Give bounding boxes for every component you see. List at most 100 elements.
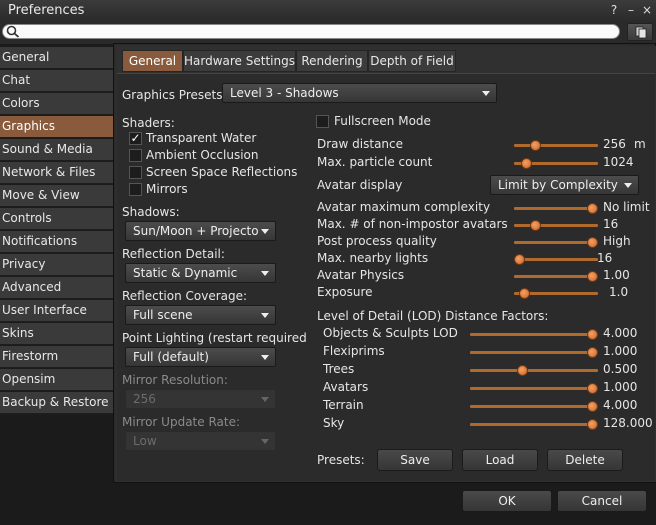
sidebar-item-graphics[interactable]: Graphics <box>0 116 113 138</box>
sidebar-item-notifications[interactable]: Notifications <box>0 231 113 253</box>
lod-slider-objects-sculpts-lod-value: 4.000 <box>603 326 638 340</box>
tab-rendering[interactable]: Rendering <box>296 50 368 72</box>
slider-max-of-non-impostor-avatars-label: Max. # of non-impostor avatars <box>317 217 508 231</box>
ok-button[interactable]: OK <box>462 490 552 512</box>
chevron-down-icon <box>261 313 269 318</box>
sidebar-item-skins[interactable]: Skins <box>0 323 113 345</box>
graphics-presets-dropdown[interactable]: Level 3 - Shadows <box>222 83 497 103</box>
sidebar-item-controls[interactable]: Controls <box>0 208 113 230</box>
slider-avatar-physics-track[interactable] <box>514 275 598 278</box>
sidebar-item-backup-restore[interactable]: Backup & Restore <box>0 392 113 414</box>
slider-draw-distance-unit: m <box>634 137 646 151</box>
sidebar-item-move-view[interactable]: Move & View <box>0 185 113 207</box>
sidebar-item-advanced[interactable]: Advanced <box>0 277 113 299</box>
point-lighting-value: Full (default) <box>133 350 209 364</box>
mirrors-checkbox[interactable] <box>129 183 142 196</box>
slider-avatar-physics-thumb[interactable] <box>587 271 598 282</box>
slider-post-process-quality-thumb[interactable] <box>587 237 598 248</box>
sidebar-item-network-files[interactable]: Network & Files <box>0 162 113 184</box>
avatar-display-dropdown[interactable]: Limit by Complexity <box>490 175 639 195</box>
lod-slider-objects-sculpts-lod-track[interactable] <box>470 333 598 336</box>
lod-slider-terrain-track[interactable] <box>470 405 598 408</box>
point-lighting-dropdown[interactable]: Full (default) <box>125 347 276 367</box>
fullscreen-mode-label: Fullscreen Mode <box>334 114 431 128</box>
lod-slider-trees-thumb[interactable] <box>516 365 528 376</box>
lod-slider-trees-value: 0.500 <box>603 362 638 376</box>
chevron-down-icon <box>482 91 490 96</box>
load-preset-button[interactable]: Load <box>462 449 538 471</box>
reflection-coverage-label: Reflection Coverage: <box>122 289 248 303</box>
tab-general[interactable]: General <box>122 50 183 72</box>
sidebar-item-chat[interactable]: Chat <box>0 70 113 92</box>
lod-slider-sky-thumb[interactable] <box>587 419 598 430</box>
mirror-resolution-dropdown[interactable]: 256 <box>125 389 276 409</box>
title-bar <box>0 0 656 22</box>
slider-max-nearby-lights-label: Max. nearby lights <box>317 251 429 265</box>
slider-max-particle-count-value: 1024 <box>603 155 634 169</box>
copy-settings-button[interactable] <box>627 23 653 41</box>
search-input[interactable] <box>2 24 620 39</box>
lod-slider-trees-track[interactable] <box>470 369 598 372</box>
lod-slider-trees-label: Trees <box>323 362 355 376</box>
chevron-down-icon <box>261 355 269 360</box>
slider-avatar-maximum-complexity-track[interactable] <box>514 207 598 210</box>
slider-draw-distance-thumb[interactable] <box>530 140 542 151</box>
ambient-occlusion-label: Ambient Occlusion <box>146 148 259 162</box>
lod-slider-terrain-label: Terrain <box>323 398 364 412</box>
sidebar-item-sound-media[interactable]: Sound & Media <box>0 139 113 161</box>
sidebar-item-colors[interactable]: Colors <box>0 93 113 115</box>
lod-slider-terrain-thumb[interactable] <box>587 401 598 412</box>
fullscreen-mode-checkbox[interactable] <box>316 115 329 128</box>
slider-max-of-non-impostor-avatars-track[interactable] <box>514 224 598 227</box>
mirror-resolution-label: Mirror Resolution: <box>122 373 228 387</box>
chevron-down-icon <box>261 271 269 276</box>
slider-avatar-maximum-complexity-value: No limit <box>603 200 650 214</box>
lod-slider-sky-label: Sky <box>323 416 345 430</box>
graphics-presets-label: Graphics Presets <box>122 88 223 102</box>
sidebar-item-user-interface[interactable]: User Interface <box>0 300 113 322</box>
lod-slider-avatars-thumb[interactable] <box>587 383 598 394</box>
slider-max-of-non-impostor-avatars-value: 16 <box>603 217 619 231</box>
sidebar-item-general[interactable]: General <box>0 47 113 69</box>
lod-slider-objects-sculpts-lod-label: Objects & Sculpts LOD <box>323 326 458 340</box>
lod-label: Level of Detail (LOD) Distance Factors: <box>317 309 549 323</box>
shadows-dropdown[interactable]: Sun/Moon + Projecto <box>125 221 276 241</box>
cancel-button[interactable]: Cancel <box>557 490 647 512</box>
lod-slider-sky-track[interactable] <box>470 423 598 426</box>
ambient-occlusion-checkbox[interactable] <box>129 149 142 162</box>
slider-max-of-non-impostor-avatars-thumb[interactable] <box>530 220 542 231</box>
mirror-resolution-value: 256 <box>133 392 156 406</box>
sidebar-item-opensim[interactable]: Opensim <box>0 369 113 391</box>
slider-max-nearby-lights-thumb[interactable] <box>514 254 525 265</box>
screen-space-reflections-checkbox[interactable] <box>129 166 142 179</box>
slider-max-nearby-lights-value: 16 <box>597 251 613 265</box>
lod-slider-flexiprims-track[interactable] <box>470 351 598 354</box>
help-icon[interactable]: ? <box>607 3 621 17</box>
lod-slider-flexiprims-thumb[interactable] <box>587 347 598 358</box>
avatar-display-value: Limit by Complexity <box>498 178 618 192</box>
tab-depth-of-field[interactable]: Depth of Field <box>368 50 456 72</box>
minimize-icon[interactable]: – <box>624 3 638 17</box>
tab-hardware-settings[interactable]: Hardware Settings <box>183 50 296 72</box>
slider-exposure-label: Exposure <box>317 285 373 299</box>
slider-avatar-maximum-complexity-thumb[interactable] <box>587 203 598 214</box>
sidebar-item-firestorm[interactable]: Firestorm <box>0 346 113 368</box>
close-icon[interactable]: × <box>640 3 654 17</box>
sidebar-item-privacy[interactable]: Privacy <box>0 254 113 276</box>
slider-draw-distance-track[interactable] <box>514 144 598 147</box>
lod-slider-avatars-track[interactable] <box>470 387 598 390</box>
mirror-update-rate-dropdown[interactable]: Low <box>125 431 276 451</box>
slider-avatar-physics-label: Avatar Physics <box>317 268 405 282</box>
save-preset-button[interactable]: Save <box>377 449 453 471</box>
chevron-down-icon <box>261 397 269 402</box>
lod-slider-terrain-value: 4.000 <box>603 398 638 412</box>
transparent-water-checkbox[interactable]: ✓ <box>129 132 142 145</box>
lod-slider-objects-sculpts-lod-thumb[interactable] <box>587 329 598 340</box>
checkmark-icon: ✓ <box>130 131 141 145</box>
slider-max-nearby-lights-track[interactable] <box>514 258 598 261</box>
delete-preset-button[interactable]: Delete <box>547 449 623 471</box>
reflection-detail-dropdown[interactable]: Static & Dynamic <box>125 263 276 283</box>
slider-avatar-physics-value: 1.00 <box>603 268 630 282</box>
slider-post-process-quality-track[interactable] <box>514 241 598 244</box>
reflection-coverage-dropdown[interactable]: Full scene <box>125 305 276 325</box>
